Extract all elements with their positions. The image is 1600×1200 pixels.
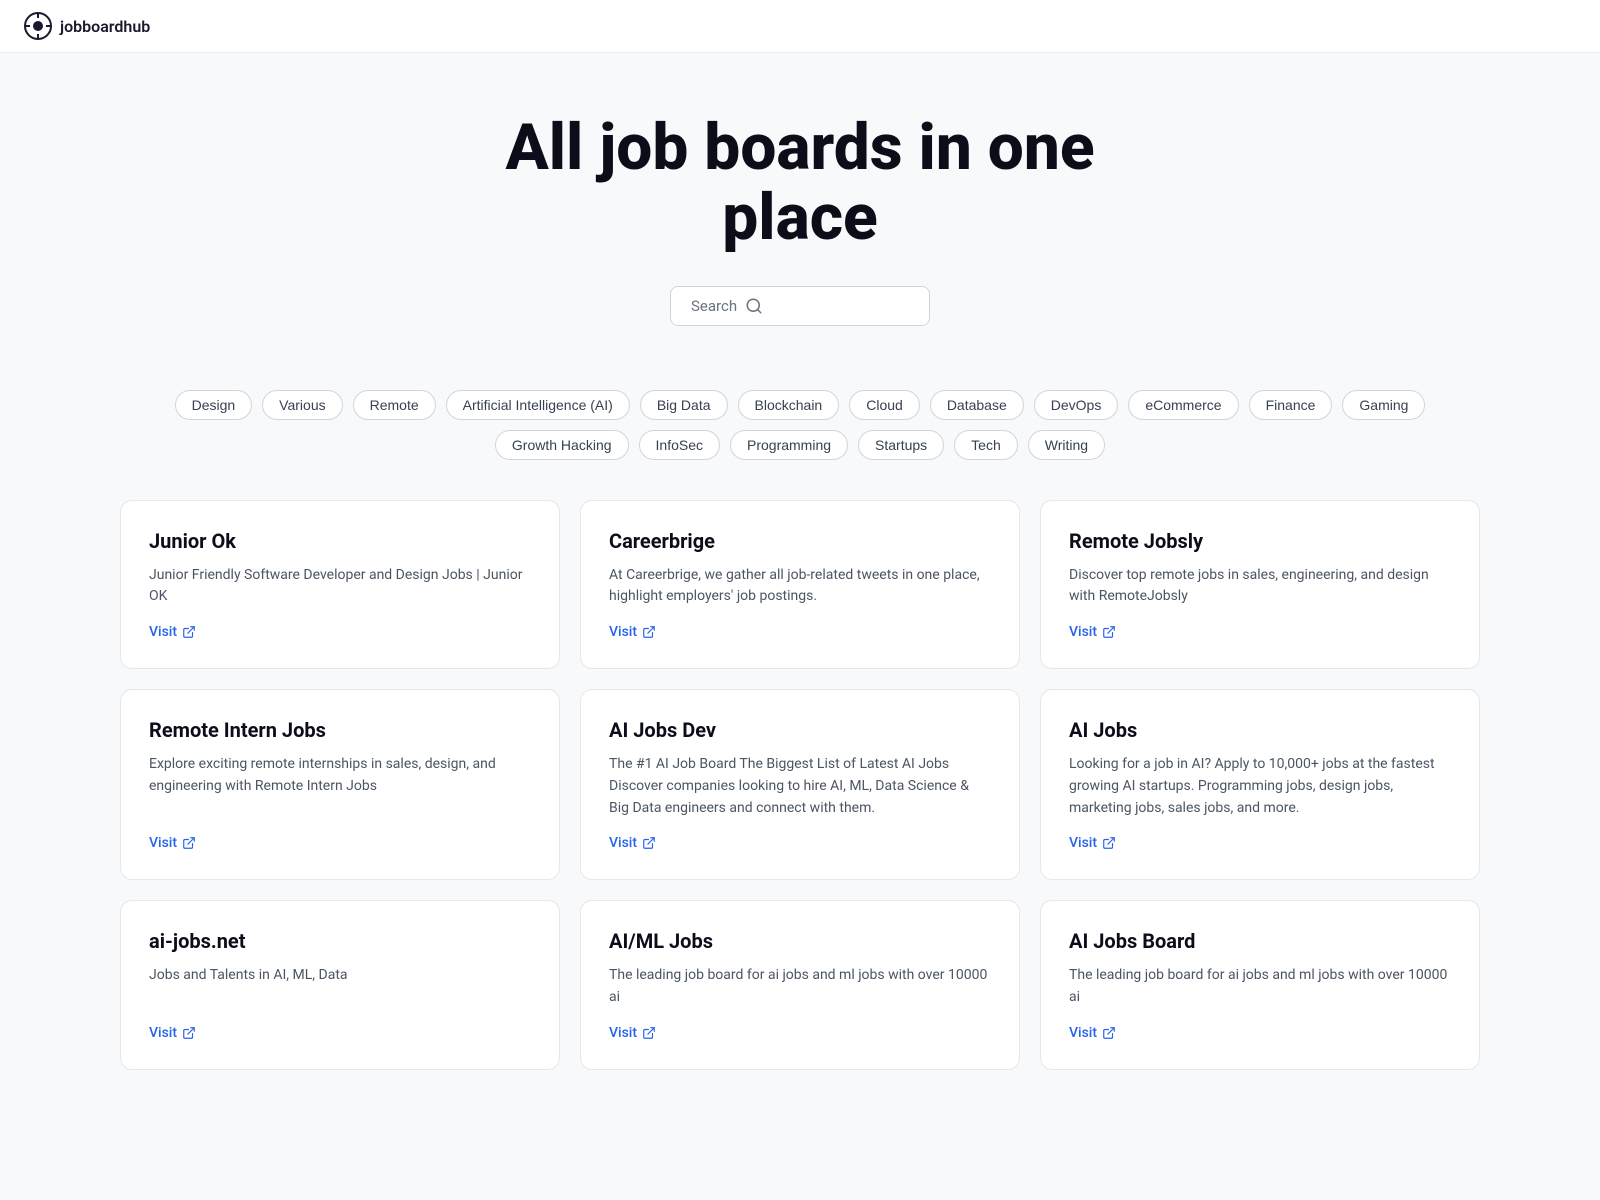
tag-infosec[interactable]: InfoSec [639,430,720,460]
search-icon [745,297,763,315]
logo-icon [24,12,52,40]
card-desc-6: Jobs and Talents in AI, ML, Data [149,965,531,1008]
card-visit-link-1[interactable]: Visit [609,624,991,640]
tag-cloud[interactable]: Cloud [849,390,920,420]
card-title-8: AI Jobs Board [1069,929,1451,953]
job-board-card-3[interactable]: Remote Intern Jobs Explore exciting remo… [120,689,560,880]
card-desc-0: Junior Friendly Software Developer and D… [149,565,531,608]
tag-tech[interactable]: Tech [954,430,1018,460]
card-desc-3: Explore exciting remote internships in s… [149,754,531,819]
card-desc-1: At Careerbrige, we gather all job-relate… [609,565,991,608]
card-visit-link-0[interactable]: Visit [149,624,531,640]
job-board-card-0[interactable]: Junior Ok Junior Friendly Software Devel… [120,500,560,669]
card-title-7: AI/ML Jobs [609,929,991,953]
card-visit-link-8[interactable]: Visit [1069,1025,1451,1041]
card-desc-2: Discover top remote jobs in sales, engin… [1069,565,1451,608]
tag-startups[interactable]: Startups [858,430,944,460]
card-visit-link-6[interactable]: Visit [149,1025,531,1041]
card-desc-5: Looking for a job in AI? Apply to 10,000… [1069,754,1451,819]
external-link-icon [182,836,196,850]
external-link-icon [642,625,656,639]
card-title-6: ai-jobs.net [149,929,531,953]
card-visit-link-2[interactable]: Visit [1069,624,1451,640]
job-board-card-6[interactable]: ai-jobs.net Jobs and Talents in AI, ML, … [120,900,560,1069]
external-link-icon [642,836,656,850]
card-title-0: Junior Ok [149,529,531,553]
card-title-1: Careerbrige [609,529,991,553]
hero-section: All job boards in one place Search [0,53,1600,366]
hero-title: All job boards in one place [450,113,1150,254]
job-board-card-4[interactable]: AI Jobs Dev The #1 AI Job Board The Bigg… [580,689,1020,880]
tag-devops[interactable]: DevOps [1034,390,1119,420]
tag-various[interactable]: Various [262,390,342,420]
card-title-2: Remote Jobsly [1069,529,1451,553]
tag-blockchain[interactable]: Blockchain [738,390,840,420]
external-link-icon [642,1026,656,1040]
tag-ecommerce[interactable]: eCommerce [1128,390,1238,420]
job-board-card-5[interactable]: AI Jobs Looking for a job in AI? Apply t… [1040,689,1480,880]
tag-remote[interactable]: Remote [353,390,436,420]
card-title-4: AI Jobs Dev [609,718,991,742]
card-desc-4: The #1 AI Job Board The Biggest List of … [609,754,991,819]
external-link-icon [1102,1026,1116,1040]
tag-gaming[interactable]: Gaming [1342,390,1425,420]
search-label: Search [691,297,737,315]
search-bar[interactable]: Search [670,286,930,326]
external-link-icon [182,1026,196,1040]
tag-growth-hacking[interactable]: Growth Hacking [495,430,629,460]
external-link-icon [182,625,196,639]
site-name: jobboardhub [60,17,150,36]
tags-section: Design Various Remote Artificial Intelligen… [0,366,1600,484]
tag-artificial-intelligence-(ai)[interactable]: Artificial Intelligence (AI) [446,390,630,420]
external-link-icon [1102,625,1116,639]
card-desc-8: The leading job board for ai jobs and ml… [1069,965,1451,1008]
tag-big-data[interactable]: Big Data [640,390,728,420]
card-title-3: Remote Intern Jobs [149,718,531,742]
card-visit-link-5[interactable]: Visit [1069,835,1451,851]
card-visit-link-7[interactable]: Visit [609,1025,991,1041]
job-board-card-8[interactable]: AI Jobs Board The leading job board for … [1040,900,1480,1069]
tag-design[interactable]: Design [175,390,253,420]
card-desc-7: The leading job board for ai jobs and ml… [609,965,991,1008]
cards-section: Junior Ok Junior Friendly Software Devel… [0,484,1600,1110]
card-visit-link-3[interactable]: Visit [149,835,531,851]
job-board-card-1[interactable]: Careerbrige At Careerbrige, we gather al… [580,500,1020,669]
tag-database[interactable]: Database [930,390,1024,420]
tag-programming[interactable]: Programming [730,430,848,460]
tag-writing[interactable]: Writing [1028,430,1105,460]
card-visit-link-4[interactable]: Visit [609,835,991,851]
job-board-card-2[interactable]: Remote Jobsly Discover top remote jobs i… [1040,500,1480,669]
external-link-icon [1102,836,1116,850]
card-title-5: AI Jobs [1069,718,1451,742]
job-board-card-7[interactable]: AI/ML Jobs The leading job board for ai … [580,900,1020,1069]
tag-finance[interactable]: Finance [1249,390,1333,420]
